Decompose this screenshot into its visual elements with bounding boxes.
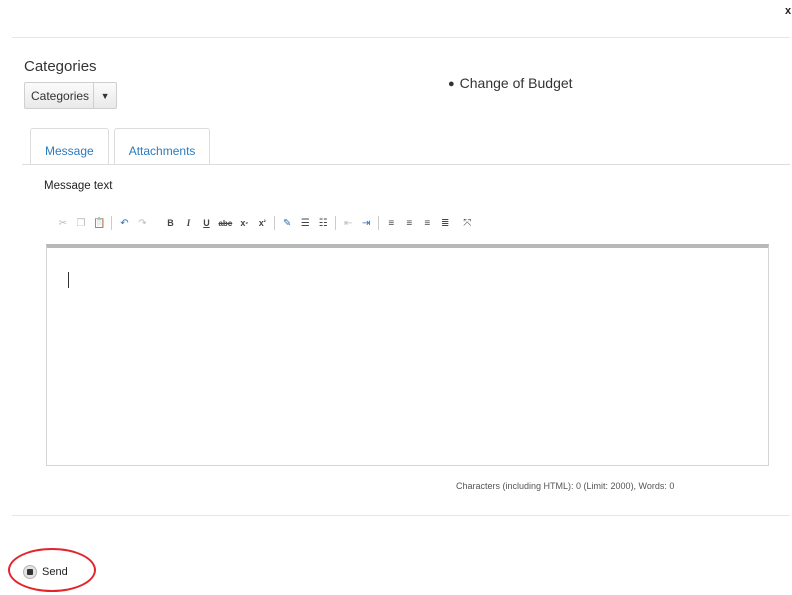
tabs-divider xyxy=(22,164,790,165)
header-divider xyxy=(12,37,790,38)
superscript-icon[interactable]: x² xyxy=(256,215,268,231)
toolbar-separator xyxy=(111,216,113,230)
tab-message[interactable]: Message xyxy=(30,128,109,165)
align-right-icon[interactable]: ≡ xyxy=(421,215,433,231)
bullet-icon: ● xyxy=(448,78,455,90)
toolbar-separator xyxy=(274,216,276,230)
message-editor[interactable] xyxy=(46,244,769,466)
message-text-label: Message text xyxy=(44,180,113,192)
italic-icon[interactable]: I xyxy=(182,215,194,231)
copy-icon[interactable]: ❐ xyxy=(75,215,87,231)
footer-divider xyxy=(12,515,790,516)
selected-category-label: Change of Budget xyxy=(459,75,573,91)
redo-icon[interactable]: ↷ xyxy=(136,215,148,231)
cut-icon[interactable]: ✂ xyxy=(57,215,69,231)
categories-dropdown[interactable]: Categories ▼ xyxy=(24,82,118,109)
text-caret xyxy=(68,272,69,288)
outdent-icon[interactable]: ⇤ xyxy=(342,215,354,231)
categories-dropdown-value: Categories xyxy=(31,89,90,103)
character-counter: Characters (including HTML): 0 (Limit: 2… xyxy=(456,481,675,491)
editor-toolbar: ✂ ❐ 📋 ↶ ↷ B I U abc x₂ x² ✎ ☰ ☷ ⇤ ⇥ ≡ ≡ … xyxy=(57,214,479,232)
tab-attachments[interactable]: Attachments xyxy=(113,128,211,165)
undo-icon[interactable]: ↶ xyxy=(118,215,130,231)
maximize-icon[interactable]: ⤧ xyxy=(461,215,473,231)
align-center-icon[interactable]: ≡ xyxy=(403,215,415,231)
close-icon[interactable]: x xyxy=(785,5,791,17)
bulleted-list-icon[interactable]: ☷ xyxy=(317,215,329,231)
align-left-icon[interactable]: ≡ xyxy=(385,215,397,231)
selected-category-item: ● Change of Budget xyxy=(448,75,573,91)
subscript-icon[interactable]: x₂ xyxy=(238,215,250,231)
categories-label: Categories xyxy=(24,58,97,75)
toolbar-separator xyxy=(378,216,380,230)
toolbar-separator xyxy=(335,216,337,230)
strikethrough-icon[interactable]: abc xyxy=(218,215,232,231)
caret-down-icon: ▼ xyxy=(93,83,116,108)
paste-from-word-icon[interactable]: 📋 xyxy=(93,215,105,231)
remove-format-icon[interactable]: ✎ xyxy=(281,215,293,231)
justify-icon[interactable]: ≣ xyxy=(439,215,451,231)
indent-icon[interactable]: ⇥ xyxy=(360,215,372,231)
underline-icon[interactable]: U xyxy=(200,215,212,231)
tab-bar: Message Attachments xyxy=(30,128,211,165)
highlight-circle xyxy=(8,548,96,592)
bold-icon[interactable]: B xyxy=(164,215,176,231)
numbered-list-icon[interactable]: ☰ xyxy=(299,215,311,231)
